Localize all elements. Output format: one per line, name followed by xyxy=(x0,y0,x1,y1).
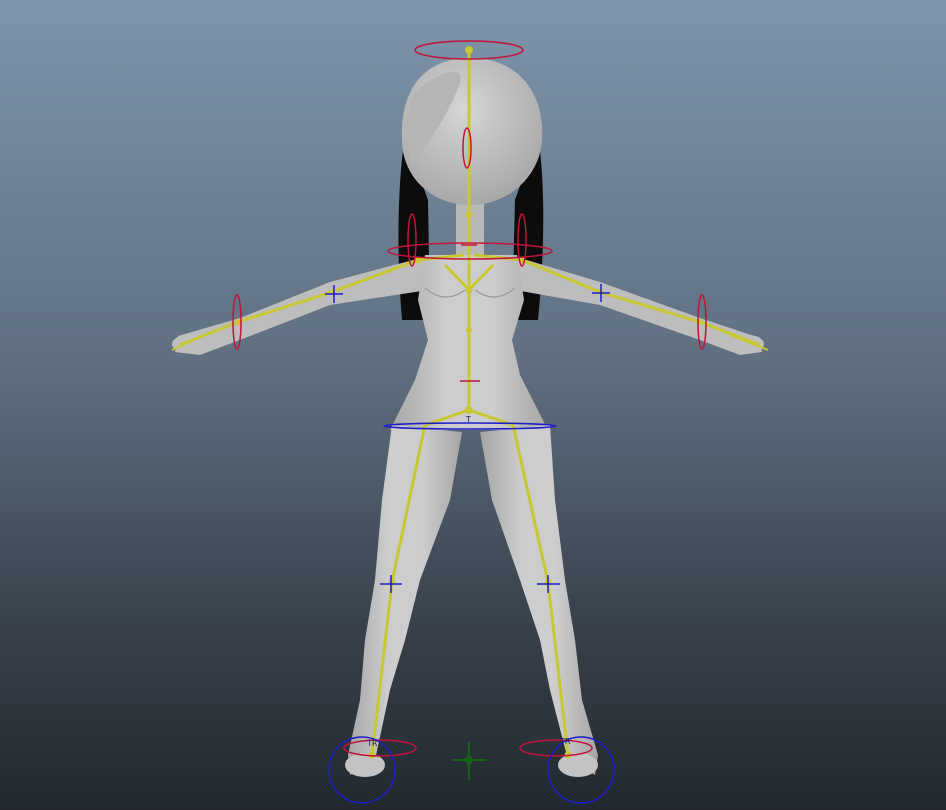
neck-joint xyxy=(465,211,473,219)
left-leg-mesh xyxy=(348,425,462,775)
scene-canvas[interactable]: T TR TR xyxy=(0,0,946,810)
3d-viewport[interactable]: T TR TR xyxy=(0,0,946,810)
world-origin-manipulator[interactable] xyxy=(452,742,486,780)
hip-control-label: T xyxy=(465,415,471,424)
right-leg-mesh xyxy=(480,425,598,775)
hip-joint xyxy=(465,406,473,414)
left-foot-label: TR xyxy=(366,739,378,748)
head-top-joint xyxy=(465,46,473,54)
chest-joint xyxy=(465,286,473,294)
left-wrist-joint xyxy=(235,319,241,325)
right-foot-mesh xyxy=(558,753,598,777)
right-elbow-joint xyxy=(597,289,603,295)
spine-joint xyxy=(466,327,472,333)
right-foot-label: TR xyxy=(559,737,571,746)
